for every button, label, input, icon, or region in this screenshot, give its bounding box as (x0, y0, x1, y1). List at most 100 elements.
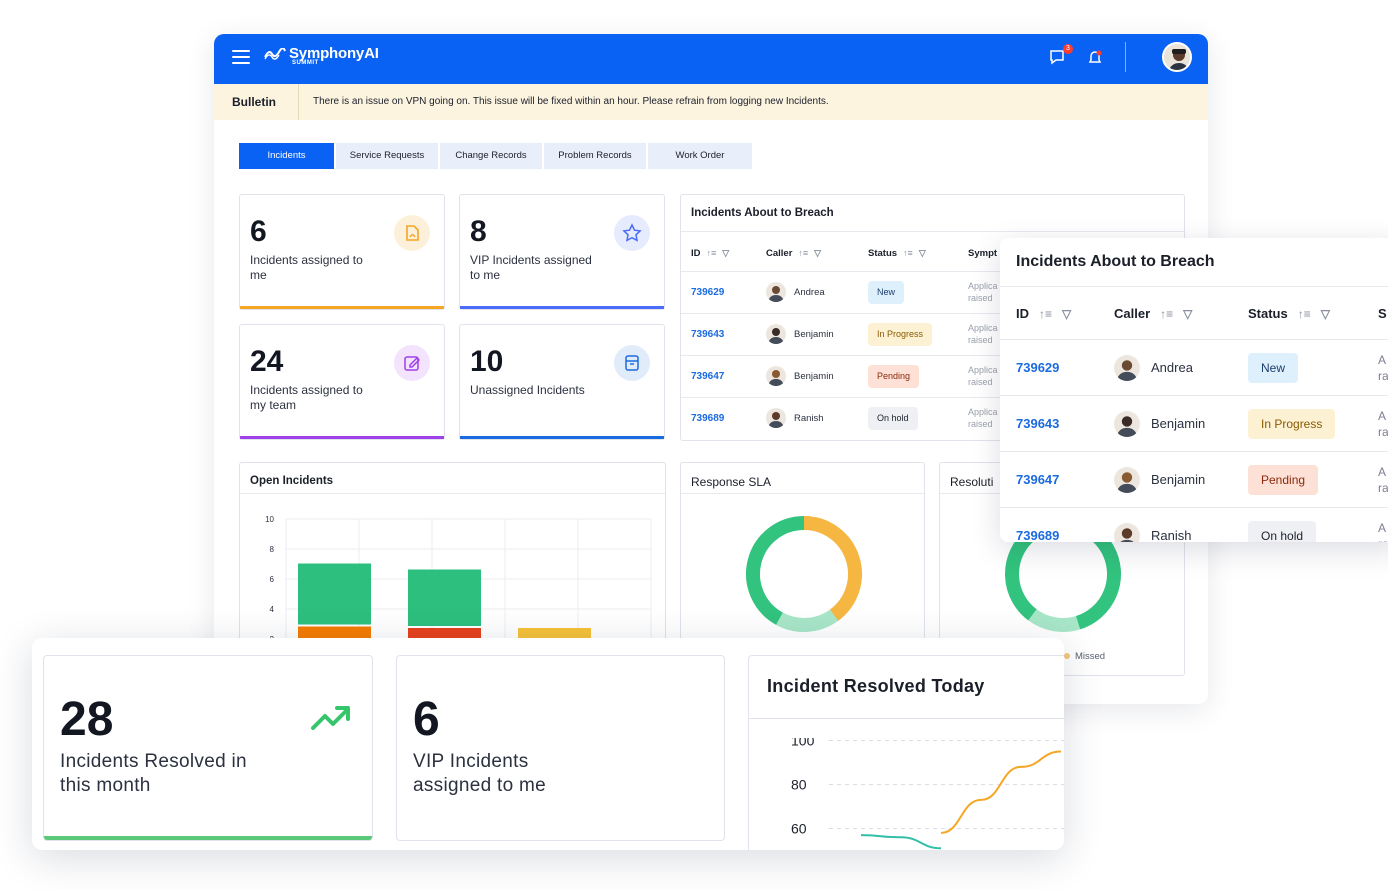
series-line (860, 834, 942, 850)
caller-name: Ranish (1151, 528, 1192, 542)
donut-slice (776, 609, 839, 632)
caller-name: Andrea (794, 287, 825, 298)
y-tick-label: 4 (270, 605, 275, 614)
symptom-text: Applica raised (968, 406, 998, 430)
resolution-sla-title: Resoluti (950, 475, 994, 489)
column-header-caller: Caller (1114, 306, 1151, 321)
incident-id-link[interactable]: 739629 (1016, 360, 1059, 375)
edit-icon (394, 345, 430, 381)
document-icon (394, 215, 430, 251)
symptom-line2: ra (1378, 369, 1388, 383)
caller-name: Benjamin (794, 371, 834, 382)
tab-incidents[interactable]: Incidents (239, 143, 334, 169)
symptom-line1: A (1378, 521, 1387, 535)
avatar (766, 282, 786, 302)
symptom-line2: raised (968, 419, 993, 429)
status-badge: On hold (868, 407, 918, 430)
trending-up-icon (311, 706, 350, 730)
chat-icon[interactable]: 3 (1048, 44, 1073, 68)
symptom-line1: A (1378, 465, 1387, 479)
filter-icon[interactable]: ▽ (1062, 307, 1071, 321)
status-badge: New (868, 281, 905, 304)
table-row[interactable]: 739647 Benjamin Pending Ara (1000, 451, 1388, 507)
brand-logo[interactable]: SymphonyAI SUMMIT (264, 45, 379, 66)
record-tabs: Incidents Service Requests Change Record… (239, 143, 754, 169)
kpi-card-unassigned[interactable]: 10 Unassigned Incidents (459, 324, 665, 440)
avatar (766, 408, 786, 428)
symptom-text: Applica raised (968, 280, 998, 304)
resolved-today-chart: 100 80 60 (791, 738, 1064, 850)
donut-slice (1028, 609, 1081, 632)
menu-icon[interactable] (232, 50, 250, 64)
incident-id-link[interactable]: 739647 (691, 371, 724, 382)
sort-icon[interactable]: ↑≡ (1160, 307, 1173, 321)
avatar (1114, 467, 1140, 493)
filter-icon[interactable]: ▽ (722, 248, 729, 259)
series-line (940, 750, 1062, 834)
table-row[interactable]: 739689 Ranish On hold Ara (1000, 507, 1388, 542)
tab-change-records[interactable]: Change Records (440, 143, 542, 169)
kpi-label: Unassigned Incidents (470, 383, 585, 397)
incident-id-link[interactable]: 739647 (1016, 472, 1059, 487)
kpi-value: 10 (470, 345, 504, 378)
tab-service-requests[interactable]: Service Requests (336, 143, 438, 169)
sort-icon[interactable]: ↑≡ (1039, 307, 1052, 321)
status-badge: Pending (868, 365, 920, 388)
sort-icon[interactable]: ↑≡ (1298, 307, 1311, 321)
symptom-text: Ara (1378, 408, 1388, 440)
incident-id-link[interactable]: 739629 (691, 287, 724, 298)
kpi-value: 6 (413, 693, 440, 746)
avatar (766, 366, 786, 386)
y-tick-label: 60 (791, 821, 807, 837)
symptom-line1: Applica (968, 323, 998, 333)
y-tick-label: 8 (270, 545, 275, 554)
kpi-card-assigned-to-me[interactable]: 6 Incidents assigned to me (239, 194, 445, 310)
column-header-status: Status (1248, 306, 1288, 321)
legend-missed: Missed (1075, 651, 1106, 662)
kpi-card-resolved-month[interactable]: 28 Incidents Resolved in this month (43, 655, 373, 841)
tab-work-order[interactable]: Work Order (648, 143, 752, 169)
symptom-text: Ara (1378, 464, 1388, 496)
incident-id-link[interactable]: 739689 (691, 413, 724, 424)
resolved-today-title: Incident Resolved Today (767, 676, 985, 696)
incident-id-link[interactable]: 739689 (1016, 528, 1059, 542)
sort-icon[interactable]: ↑≡ (707, 248, 717, 258)
sort-icon[interactable]: ↑≡ (903, 248, 913, 258)
column-header-id: ID (1016, 306, 1029, 321)
status-badge: New (1248, 353, 1299, 383)
symptom-text: Ara (1378, 352, 1388, 384)
bar-segment (408, 569, 481, 626)
sort-icon[interactable]: ↑≡ (798, 248, 808, 258)
donut-slice (746, 516, 805, 625)
y-tick-label: 10 (265, 515, 274, 524)
caller-name: Benjamin (1151, 416, 1206, 431)
avatar (1114, 355, 1140, 381)
filter-icon[interactable]: ▽ (919, 248, 926, 259)
bell-icon[interactable] (1086, 48, 1106, 68)
bulletin-bar: Bulletin There is an issue on VPN going … (214, 84, 1208, 120)
table-row[interactable]: 739629 Andrea New Ara (1000, 339, 1388, 395)
kpi-card-team[interactable]: 24 Incidents assigned to my team (239, 324, 445, 440)
tab-problem-records[interactable]: Problem Records (544, 143, 646, 169)
bulletin-message: There is an issue on VPN going on. This … (313, 96, 829, 107)
user-avatar[interactable] (1162, 42, 1192, 72)
kpi-card-vip-bottom[interactable]: 6 VIP Incidents assigned to me (396, 655, 725, 841)
symptom-line2: ra (1378, 425, 1388, 439)
filter-icon[interactable]: ▽ (1321, 307, 1330, 321)
filter-icon[interactable]: ▽ (814, 248, 821, 259)
symptom-line1: Applica (968, 281, 998, 291)
kpi-label: VIP Incidents assigned to me (470, 253, 592, 282)
incident-id-link[interactable]: 739643 (1016, 416, 1059, 431)
kpi-card-vip[interactable]: 8 VIP Incidents assigned to me (459, 194, 665, 310)
logo-wave-icon (264, 48, 286, 60)
status-badge: In Progress (868, 323, 933, 346)
kpi-accent-bar (44, 836, 372, 840)
column-header-id: ID (691, 248, 701, 259)
table-row[interactable]: 739643 Benjamin In Progress Ara (1000, 395, 1388, 451)
y-tick-label: 80 (791, 777, 807, 793)
incident-id-link[interactable]: 739643 (691, 329, 724, 340)
filter-icon[interactable]: ▽ (1183, 307, 1192, 321)
column-header-symptom: S (1378, 306, 1387, 321)
kpi-accent-bar (460, 436, 664, 439)
kpi-label: Incidents assigned to my team (250, 383, 363, 412)
